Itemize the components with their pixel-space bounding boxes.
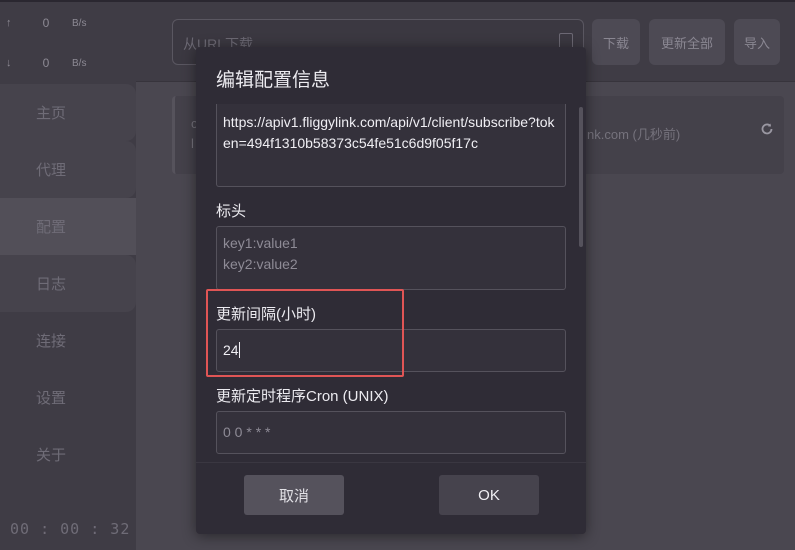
sidebar: ↑ 0 B/s ↓ 0 B/s 主页 代理 配置 日志 连接 设置 关于 00 … <box>0 0 136 550</box>
sidebar-item-about[interactable]: 关于 <box>0 426 136 483</box>
profile-url-textarea[interactable]: https://apiv1.fliggylink.com/api/v1/clie… <box>216 104 566 187</box>
sidebar-item-label: 主页 <box>36 105 67 122</box>
headers-placeholder-line2: key2:value2 <box>223 256 298 272</box>
dialog-title: 编辑配置信息 <box>216 70 331 91</box>
download-button[interactable]: 下载 <box>592 19 640 65</box>
refresh-icon[interactable] <box>760 122 776 138</box>
update-all-button[interactable]: 更新全部 <box>649 19 725 65</box>
sidebar-item-label: 配置 <box>36 219 67 236</box>
sidebar-item-settings[interactable]: 设置 <box>0 369 136 426</box>
cron-placeholder: 0 0 * * * <box>223 424 271 440</box>
profile-url-value: https://apiv1.fliggylink.com/api/v1/clie… <box>223 114 555 151</box>
ok-button[interactable]: OK <box>439 475 539 515</box>
import-button[interactable]: 导入 <box>734 19 780 65</box>
profile-card-line2: l <box>191 136 194 151</box>
headers-placeholder-line1: key1:value1 <box>223 235 298 251</box>
sidebar-item-label: 连接 <box>36 333 67 350</box>
cron-label: 更新定时程序Cron (UNIX) <box>216 388 389 405</box>
uptime-timer: 00 : 00 : 32 <box>10 520 131 538</box>
sidebar-item-home[interactable]: 主页 <box>0 84 136 141</box>
upload-speed-unit: B/s <box>72 17 87 29</box>
upload-speed-value: 0 <box>42 16 50 30</box>
download-speed-value: 0 <box>42 56 50 70</box>
sidebar-item-label: 关于 <box>36 447 67 464</box>
download-arrow-icon: ↓ <box>6 57 12 69</box>
upload-arrow-icon: ↑ <box>6 17 12 29</box>
download-speed-unit: B/s <box>72 57 87 69</box>
sidebar-item-connections[interactable]: 连接 <box>0 312 136 369</box>
sidebar-item-profiles[interactable]: 配置 <box>0 198 136 255</box>
headers-textarea[interactable]: key1:value1 key2:value2 <box>216 226 566 290</box>
sidebar-item-label: 日志 <box>36 276 67 293</box>
profile-card-meta: nk.com (几秒前) <box>587 127 681 142</box>
sidebar-item-logs[interactable]: 日志 <box>0 255 136 312</box>
highlight-box <box>206 289 404 377</box>
cancel-button[interactable]: 取消 <box>244 475 344 515</box>
cron-input[interactable]: 0 0 * * * <box>216 411 566 454</box>
download-speed: ↓ 0 B/s <box>6 56 86 70</box>
headers-label: 标头 <box>216 203 247 220</box>
sidebar-item-label: 代理 <box>36 162 67 179</box>
dialog-scrollbar[interactable] <box>579 107 583 247</box>
sidebar-item-proxy[interactable]: 代理 <box>0 141 136 198</box>
upload-speed: ↑ 0 B/s <box>6 16 86 30</box>
dialog-footer-divider <box>196 462 586 463</box>
sidebar-item-label: 设置 <box>36 390 67 407</box>
